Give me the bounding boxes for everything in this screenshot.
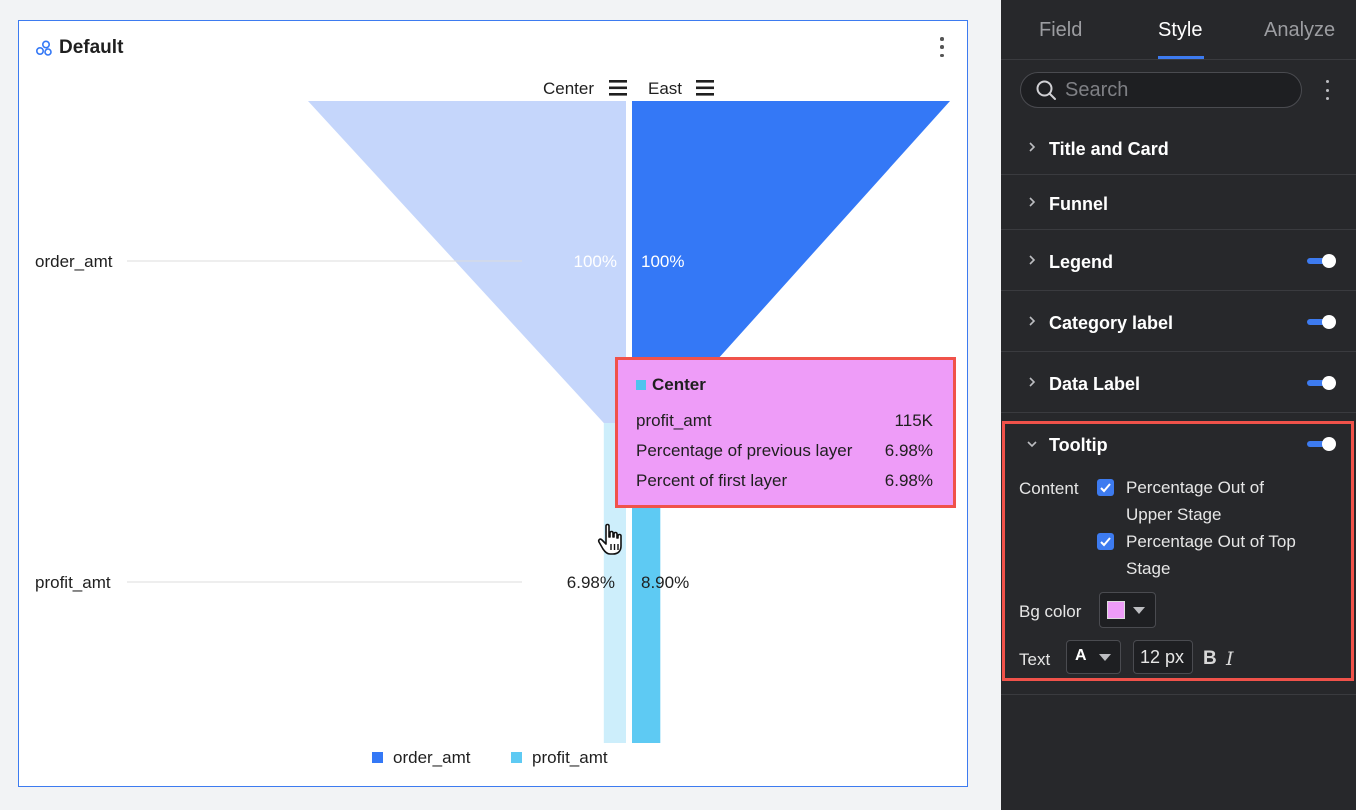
legend-swatch: [511, 752, 522, 763]
option-line: Percentage Out of Top: [1126, 532, 1296, 551]
more-vertical-icon[interactable]: [939, 37, 945, 57]
section-title-and-card[interactable]: Title and Card: [1001, 120, 1356, 175]
checkmark-icon: [1100, 483, 1111, 493]
section-data-label[interactable]: Data Label: [1001, 352, 1356, 413]
tooltip-title: Center: [652, 375, 706, 394]
tooltip-row-value: 6.98%: [884, 471, 933, 490]
menu-icon: [609, 80, 627, 83]
search-icon: [1036, 80, 1056, 100]
section-category-label[interactable]: Category label: [1001, 291, 1356, 352]
card-title: Default: [35, 37, 123, 59]
link-chart-icon: [35, 40, 52, 56]
category-label-toggle[interactable]: [1307, 315, 1336, 329]
tab-field[interactable]: Field: [1039, 19, 1082, 42]
tooltip-marker: [636, 380, 646, 390]
data-label-toggle[interactable]: [1307, 376, 1336, 390]
tooltip-row-label: profit_amt: [636, 411, 712, 430]
chevron-right-icon: [1029, 377, 1036, 387]
bg-color-picker[interactable]: [1099, 592, 1156, 628]
tooltip-row-label: Percent of first layer: [636, 471, 788, 490]
tooltip-row-value: 6.98%: [884, 441, 933, 460]
tab-style[interactable]: Style: [1158, 19, 1202, 42]
menu-icon: [696, 86, 714, 90]
data-label: 100%: [641, 252, 684, 271]
tooltip-row: Percent of first layer 6.98%: [636, 466, 933, 496]
card-title-text: Default: [59, 37, 124, 58]
group-header-east: East: [648, 79, 682, 98]
checkbox-top-stage[interactable]: [1097, 533, 1114, 550]
caret-down-icon: [1133, 607, 1145, 614]
checkbox-top-stage-label[interactable]: Percentage Out of Top Stage: [1126, 528, 1336, 582]
section-legend[interactable]: Legend: [1001, 230, 1356, 291]
checkbox-upper-stage[interactable]: [1097, 479, 1114, 496]
option-line: Stage: [1126, 559, 1171, 578]
content-label: Content: [1019, 479, 1079, 498]
more-vertical-icon[interactable]: [1323, 80, 1331, 100]
stage-label: order_amt: [35, 252, 113, 271]
stage-label: profit_amt: [35, 573, 111, 592]
font-color-icon: A: [1075, 647, 1087, 664]
chevron-right-icon: [1029, 142, 1036, 152]
search-input[interactable]: [1065, 78, 1285, 102]
checkmark-icon: [1100, 537, 1111, 547]
font-color-picker[interactable]: A: [1066, 640, 1121, 674]
tooltip-row: Percentage of previous layer 6.98%: [636, 436, 933, 466]
menu-icon: [609, 86, 627, 90]
tooltip-row-label: Percentage of previous layer: [636, 441, 853, 460]
hand-cursor-icon: [597, 523, 622, 555]
italic-button[interactable]: I: [1226, 648, 1234, 670]
chevron-right-icon: [1029, 197, 1036, 207]
chart-tooltip: Center profit_amt 115K Percentage of pre…: [615, 357, 956, 508]
section-label: Legend: [1049, 252, 1114, 272]
section-label: Funnel: [1049, 194, 1108, 214]
bg-color-label: Bg color: [1019, 602, 1082, 621]
legend-label: profit_amt: [532, 748, 608, 767]
option-line: Upper Stage: [1126, 505, 1222, 524]
tooltip-header: Center: [636, 375, 933, 395]
tooltip-row: profit_amt 115K: [636, 406, 933, 436]
bg-color-swatch: [1107, 601, 1125, 619]
font-size-input[interactable]: 12 px: [1133, 640, 1193, 674]
chevron-right-icon: [1029, 255, 1036, 265]
data-label: 100%: [574, 252, 617, 271]
tooltip-row-value: 115K: [894, 411, 933, 430]
tab-analyze[interactable]: Analyze: [1264, 19, 1335, 42]
section-label: Title and Card: [1049, 139, 1169, 159]
chevron-right-icon: [1029, 316, 1036, 326]
data-label: 6.98%: [567, 573, 615, 592]
search-box[interactable]: [1020, 72, 1302, 108]
option-line: Percentage Out of: [1126, 478, 1264, 497]
menu-icon: [696, 80, 714, 83]
active-tab-indicator: [1158, 56, 1204, 59]
config-panel: Field Style Analyze Title and Card Funne…: [1001, 0, 1356, 810]
menu-icon: [696, 93, 714, 96]
legend-label: order_amt: [393, 748, 471, 767]
group-header-center: Center: [543, 79, 594, 98]
panel-tabs: Field Style Analyze: [1001, 0, 1356, 60]
legend-swatch: [372, 752, 383, 763]
data-label: 8.90%: [641, 573, 689, 592]
checkbox-upper-stage-label[interactable]: Percentage Out of Upper Stage: [1126, 474, 1336, 528]
caret-down-icon: [1099, 654, 1111, 661]
menu-icon: [609, 93, 627, 96]
text-label: Text: [1019, 650, 1051, 669]
section-label: Category label: [1049, 313, 1174, 333]
legend-toggle[interactable]: [1307, 254, 1336, 268]
section-label: Data Label: [1049, 374, 1141, 394]
bold-button[interactable]: B: [1203, 648, 1217, 670]
section-funnel[interactable]: Funnel: [1001, 175, 1356, 230]
canvas-area: order_amt profit_amt 100% 100% 6.98% 8.90% Cen…: [0, 0, 992, 810]
